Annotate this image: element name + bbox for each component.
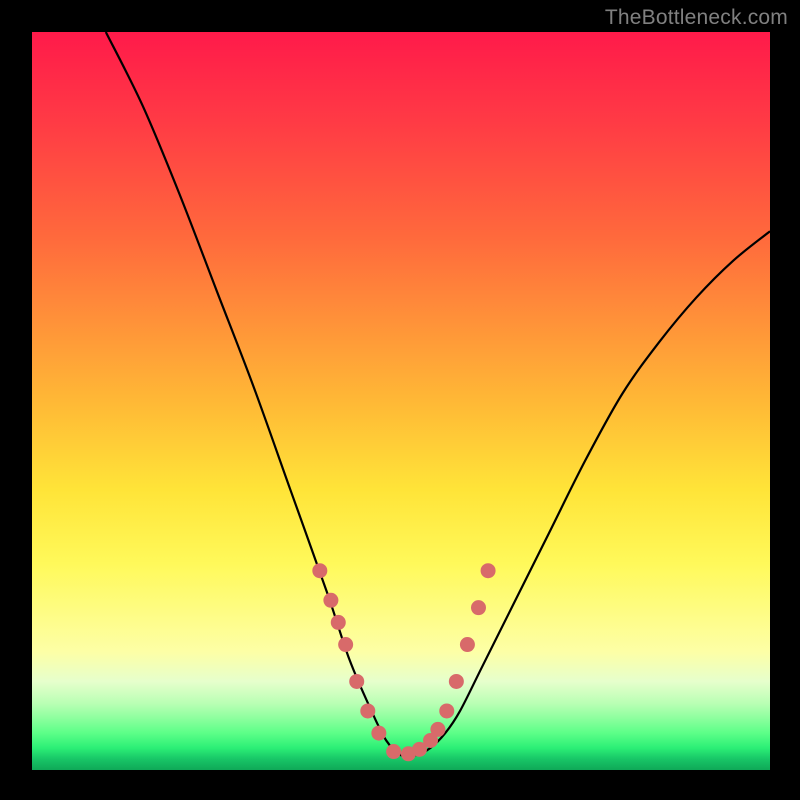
highlight-points	[312, 563, 495, 761]
chart-stage: TheBottleneck.com	[0, 0, 800, 800]
highlight-point	[331, 615, 346, 630]
curve-path	[106, 32, 770, 757]
highlight-point	[323, 593, 338, 608]
chart-plot-area	[32, 32, 770, 770]
bottleneck-curve	[106, 32, 770, 757]
highlight-point	[371, 726, 386, 741]
highlight-point	[471, 600, 486, 615]
highlight-point	[312, 563, 327, 578]
highlight-point	[360, 703, 375, 718]
highlight-point	[460, 637, 475, 652]
chart-svg	[32, 32, 770, 770]
highlight-point	[338, 637, 353, 652]
highlight-point	[449, 674, 464, 689]
highlight-point	[481, 563, 496, 578]
highlight-point	[386, 744, 401, 759]
highlight-point	[349, 674, 364, 689]
highlight-point	[439, 703, 454, 718]
highlight-point	[430, 722, 445, 737]
watermark-text: TheBottleneck.com	[605, 6, 788, 30]
